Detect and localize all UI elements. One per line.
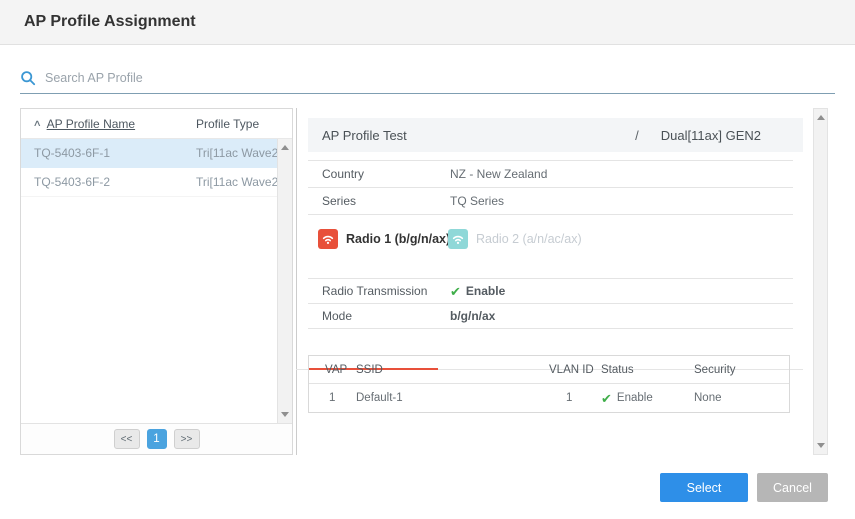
table-row-tq-5403-6f-1[interactable]: TQ-5403-6F-1 Tri[11ac Wave2] xyxy=(21,139,292,168)
table-row-tq-5403-6f-2[interactable]: TQ-5403-6F-2 Tri[11ac Wave2] xyxy=(21,168,292,197)
field-value-text: b/g/n/ax xyxy=(450,309,495,323)
column-header-ap-profile-name[interactable]: ∧ AP Profile Name xyxy=(34,117,196,131)
ssid-cell: Default-1 xyxy=(356,392,549,404)
security-cell: None xyxy=(694,392,789,404)
enable-check-icon: ✔ xyxy=(601,392,612,405)
vap-table-header: VAP SSID VLAN ID Status Security xyxy=(309,356,789,384)
profile-type-cell: Tri[11ac Wave2] xyxy=(196,175,282,189)
profile-general-fields: Country NZ - New Zealand Series TQ Serie… xyxy=(308,160,793,215)
profile-list-body: TQ-5403-6F-1 Tri[11ac Wave2] TQ-5403-6F-… xyxy=(21,139,292,423)
tab-label: Radio 1 (b/g/n/ax) xyxy=(346,232,450,246)
profile-name-cell: TQ-5403-6F-2 xyxy=(34,175,196,189)
tab-label: Radio 2 (a/n/ac/ax) xyxy=(476,232,582,246)
tab-radio-1[interactable]: Radio 1 (b/g/n/ax) xyxy=(318,222,450,255)
search-bar xyxy=(20,63,835,94)
field-value: ✔ Enable xyxy=(450,284,505,298)
profile-list-panel: ∧ AP Profile Name Profile Type TQ-5403-6… xyxy=(20,108,293,455)
pagination-page-1-button[interactable]: 1 xyxy=(147,429,167,449)
select-button[interactable]: Select xyxy=(660,473,748,502)
field-value: b/g/n/ax xyxy=(450,309,495,323)
field-row-series: Series TQ Series xyxy=(308,188,793,215)
pagination: << 1 >> xyxy=(21,423,292,454)
search-icon xyxy=(20,70,36,86)
profile-list-header: ∧ AP Profile Name Profile Type xyxy=(21,109,292,139)
profile-title: AP Profile Test xyxy=(322,128,407,143)
panel-divider xyxy=(296,108,297,455)
column-header-label: AP Profile Name xyxy=(47,117,135,131)
vlan-id-cell: 1 xyxy=(549,392,601,404)
status-text: Enable xyxy=(617,392,653,404)
ap-profile-assignment-dialog: AP Profile Assignment ∧ AP Profile Name … xyxy=(0,0,855,519)
pagination-prev-button[interactable]: << xyxy=(114,429,140,449)
field-row-mode: Mode b/g/n/ax xyxy=(308,304,793,329)
field-label: Radio Transmission xyxy=(322,284,450,298)
field-label: Country xyxy=(322,167,450,181)
profile-type-cell: Tri[11ac Wave2] xyxy=(196,146,282,160)
profile-name-cell: TQ-5403-6F-1 xyxy=(34,146,196,160)
pagination-next-button[interactable]: >> xyxy=(174,429,200,449)
enable-check-icon: ✔ xyxy=(450,285,461,298)
field-value: NZ - New Zealand xyxy=(450,167,547,181)
field-row-country: Country NZ - New Zealand xyxy=(308,161,793,188)
sort-ascending-icon: ∧ xyxy=(33,118,42,129)
wifi-icon xyxy=(448,229,468,249)
vap-table: VAP SSID VLAN ID Status Security 1 Defau… xyxy=(308,355,790,413)
tab-radio-2[interactable]: Radio 2 (a/n/ac/ax) xyxy=(448,222,582,255)
profile-detail-header: AP Profile Test / Dual[11ax] GEN2 xyxy=(308,118,803,152)
search-input[interactable] xyxy=(45,71,835,85)
radio-settings-fields: Radio Transmission ✔ Enable Mode b/g/n/a… xyxy=(308,278,793,329)
column-header-label: Profile Type xyxy=(196,117,259,131)
field-label: Series xyxy=(322,194,450,208)
column-header-security: Security xyxy=(694,364,789,376)
dialog-title: AP Profile Assignment xyxy=(24,13,196,31)
field-row-radio-transmission: Radio Transmission ✔ Enable xyxy=(308,279,793,304)
dialog-titlebar: AP Profile Assignment xyxy=(0,0,855,45)
column-header-profile-type[interactable]: Profile Type xyxy=(196,117,259,131)
scroll-up-icon[interactable] xyxy=(817,115,825,120)
vap-table-row: 1 Default-1 1 ✔ Enable None xyxy=(309,384,789,412)
scroll-down-icon[interactable] xyxy=(817,443,825,448)
column-header-status: Status xyxy=(601,364,694,376)
field-value: TQ Series xyxy=(450,194,504,208)
profile-detail-panel: AP Profile Test / Dual[11ax] GEN2 Countr… xyxy=(308,108,803,455)
status-cell: ✔ Enable xyxy=(601,392,694,405)
scroll-up-icon[interactable] xyxy=(281,145,289,150)
separator: / xyxy=(635,128,639,143)
profile-model: Dual[11ax] GEN2 xyxy=(661,128,761,143)
column-header-vlan-id: VLAN ID xyxy=(549,364,601,376)
radio-tabs: Radio 1 (b/g/n/ax) Radio 2 (a/n/ac/ax) xyxy=(308,222,803,255)
scroll-down-icon[interactable] xyxy=(281,412,289,417)
profile-list-scrollbar[interactable] xyxy=(277,139,292,423)
field-value-text: Enable xyxy=(466,284,505,298)
cancel-button[interactable]: Cancel xyxy=(757,473,828,502)
wifi-icon xyxy=(318,229,338,249)
vap-cell: 1 xyxy=(309,392,356,404)
column-header-ssid: SSID xyxy=(356,364,549,376)
column-header-vap: VAP xyxy=(309,364,356,376)
detail-panel-scrollbar[interactable] xyxy=(813,108,828,455)
field-label: Mode xyxy=(322,309,450,323)
